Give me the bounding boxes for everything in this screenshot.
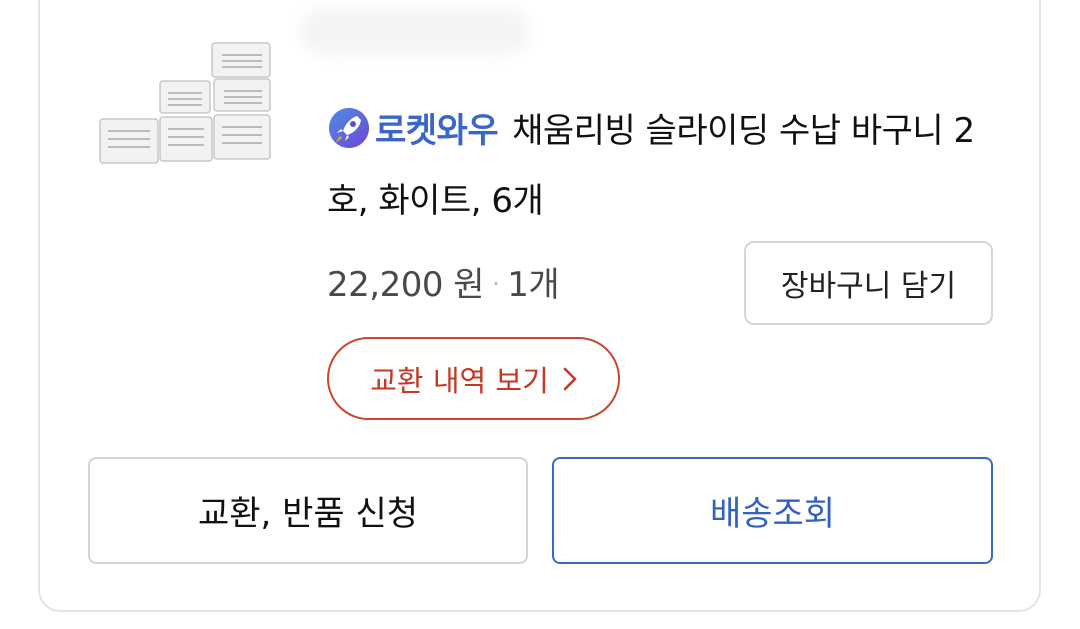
track-delivery-button[interactable]: 배송조회 <box>552 457 993 564</box>
track-delivery-label: 배송조회 <box>709 494 836 534</box>
separator-dot: · <box>492 270 500 298</box>
price: 22,200 원 <box>327 265 485 305</box>
rocket-wow-badge: 로켓와우 <box>375 111 499 151</box>
product-title[interactable]: 로켓와우 채움리빙 슬라이딩 수납 바구니 2호, 화이트, 6개 <box>327 96 987 236</box>
add-to-cart-button[interactable]: 장바구니 담기 <box>744 241 993 325</box>
quantity: 1개 <box>507 265 560 305</box>
rocket-icon <box>327 104 371 148</box>
chevron-right-icon <box>563 367 577 390</box>
add-to-cart-label: 장바구니 담기 <box>780 269 957 304</box>
exchange-history-label: 교환 내역 보기 <box>370 363 549 398</box>
exchange-return-request-button[interactable]: 교환, 반품 신청 <box>88 457 528 564</box>
product-thumbnail[interactable] <box>92 35 282 180</box>
blurred-header <box>300 8 530 54</box>
price-quantity: 22,200 원 · 1개 <box>327 257 560 306</box>
exchange-history-button[interactable]: 교환 내역 보기 <box>327 337 620 420</box>
exchange-return-label: 교환, 반품 신청 <box>197 494 419 534</box>
